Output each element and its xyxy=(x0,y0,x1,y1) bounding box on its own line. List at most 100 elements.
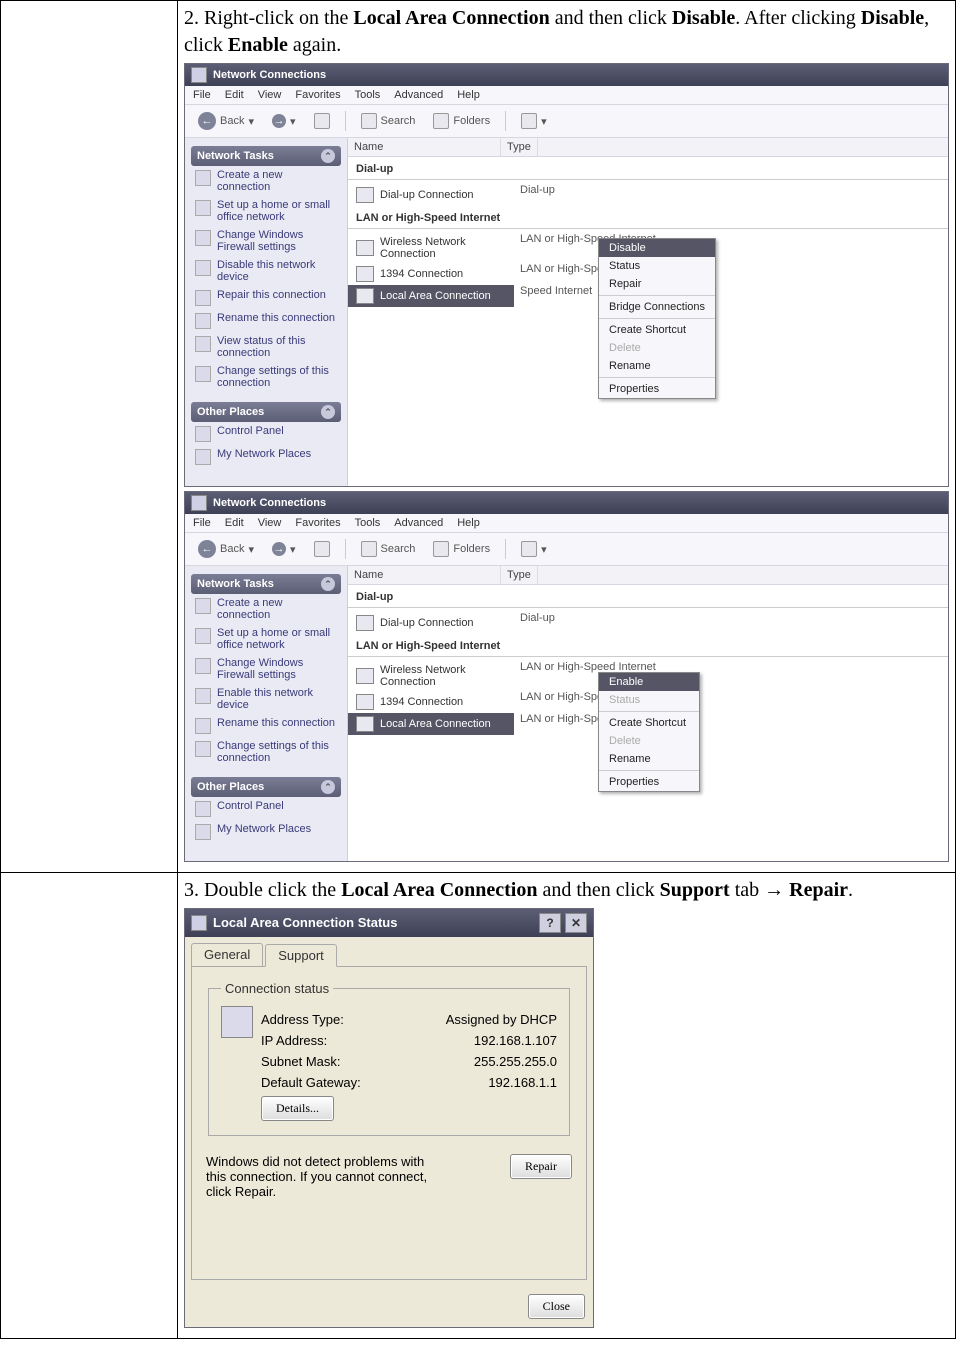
dialog-titlebar[interactable]: Local Area Connection Status ? ✕ xyxy=(185,909,593,937)
titlebar[interactable]: Network Connections xyxy=(185,492,948,514)
views-button[interactable]: ▾ xyxy=(514,110,554,132)
back-icon: ← xyxy=(198,540,216,558)
network-connections-window-disable: Network Connections File Edit View Favor… xyxy=(184,63,949,487)
folders-button[interactable]: Folders xyxy=(426,538,497,560)
task-create-connection[interactable]: Create a new connection xyxy=(191,166,341,196)
ctx-status[interactable]: Status xyxy=(599,257,715,275)
col-type[interactable]: Type xyxy=(501,566,538,584)
row-address-type: Address Type:Assigned by DHCP xyxy=(261,1012,557,1027)
task-icon xyxy=(195,658,211,674)
menu-file[interactable]: File xyxy=(193,89,211,101)
task-firewall[interactable]: Change Windows Firewall settings xyxy=(191,226,341,256)
folders-button[interactable]: Folders xyxy=(426,110,497,132)
col-name[interactable]: Name xyxy=(348,566,501,584)
step2-bold-disable: Disable xyxy=(672,7,735,29)
ctx-properties[interactable]: Properties xyxy=(599,380,715,398)
details-button[interactable]: Details... xyxy=(261,1096,334,1121)
task-view-status[interactable]: View status of this connection xyxy=(191,332,341,362)
col-type[interactable]: Type xyxy=(501,138,538,156)
menu-favorites[interactable]: Favorites xyxy=(295,517,340,529)
forward-button[interactable]: → ▾ xyxy=(265,539,303,559)
ctx-disable[interactable]: Disable xyxy=(599,239,715,257)
task-rename[interactable]: Rename this connection xyxy=(191,309,341,332)
task-rename[interactable]: Rename this connection xyxy=(191,714,341,737)
menu-help[interactable]: Help xyxy=(457,89,480,101)
task-repair[interactable]: Repair this connection xyxy=(191,286,341,309)
column-headers: NameType xyxy=(348,566,948,585)
menu-favorites[interactable]: Favorites xyxy=(295,89,340,101)
tab-general[interactable]: General xyxy=(191,943,263,966)
other-places-header[interactable]: Other Places⌃ xyxy=(191,777,341,797)
menu-edit[interactable]: Edit xyxy=(225,517,244,529)
menu-view[interactable]: View xyxy=(258,517,282,529)
task-change-settings[interactable]: Change settings of this connection xyxy=(191,737,341,767)
back-button[interactable]: ←Back ▾ xyxy=(191,537,261,561)
link-my-network-places[interactable]: My Network Places xyxy=(191,445,341,468)
step2-instruction: 2. Right-click on the Local Area Connect… xyxy=(184,5,949,59)
link-my-network-places[interactable]: My Network Places xyxy=(191,820,341,843)
ctx-shortcut[interactable]: Create Shortcut xyxy=(599,321,715,339)
menu-tools[interactable]: Tools xyxy=(355,517,381,529)
menu-file[interactable]: File xyxy=(193,517,211,529)
close-button[interactable]: ✕ xyxy=(565,913,587,933)
other-places-header[interactable]: Other Places⌃ xyxy=(191,402,341,422)
ctx-delete: Delete xyxy=(599,339,715,357)
col-name[interactable]: Name xyxy=(348,138,501,156)
menu-tools[interactable]: Tools xyxy=(355,89,381,101)
ctx-repair[interactable]: Repair xyxy=(599,275,715,293)
link-control-panel[interactable]: Control Panel xyxy=(191,797,341,820)
window-title: Network Connections xyxy=(213,497,326,509)
titlebar[interactable]: Network Connections xyxy=(185,64,948,86)
conn-dialup[interactable]: Dial-up Connection Dial-up xyxy=(348,612,948,634)
task-disable-device[interactable]: Disable this network device xyxy=(191,256,341,286)
network-tasks-block: Network Tasks⌃ Create a new connection S… xyxy=(191,574,341,767)
connection-icon xyxy=(356,187,374,203)
network-places-icon xyxy=(195,824,211,840)
row-ip-address: IP Address:192.168.1.107 xyxy=(261,1033,557,1048)
context-menu-enable: Enable Status Create Shortcut Delete Ren… xyxy=(598,672,700,792)
up-button[interactable] xyxy=(307,538,337,560)
connection-icon xyxy=(356,615,374,631)
ctx-rename[interactable]: Rename xyxy=(599,357,715,375)
repair-button[interactable]: Repair xyxy=(510,1154,572,1179)
menu-edit[interactable]: Edit xyxy=(225,89,244,101)
column-headers: NameType xyxy=(348,138,948,157)
folder-up-icon xyxy=(314,541,330,557)
close-button-bottom[interactable]: Close xyxy=(528,1294,585,1319)
forward-icon: → xyxy=(272,114,286,128)
menu-advanced[interactable]: Advanced xyxy=(394,517,443,529)
menu-help[interactable]: Help xyxy=(457,517,480,529)
menu-view[interactable]: View xyxy=(258,89,282,101)
sidebar: Network Tasks⌃ Create a new connection S… xyxy=(185,566,348,861)
task-setup-network[interactable]: Set up a home or small office network xyxy=(191,624,341,654)
chevron-down-icon: ▾ xyxy=(541,115,547,128)
network-tasks-header[interactable]: Network Tasks⌃ xyxy=(191,146,341,166)
ctx-shortcut[interactable]: Create Shortcut xyxy=(599,714,699,732)
back-button[interactable]: ←Back ▾ xyxy=(191,109,261,133)
task-enable-device[interactable]: Enable this network device xyxy=(191,684,341,714)
task-firewall[interactable]: Change Windows Firewall settings xyxy=(191,654,341,684)
conn-dialup[interactable]: Dial-up Connection Dial-up xyxy=(348,184,948,206)
search-button[interactable]: Search xyxy=(354,538,423,560)
network-icon xyxy=(191,495,207,511)
group-lan: LAN or High-Speed Internet xyxy=(348,206,948,226)
connection-status-group: Connection status Address Type:Assigned … xyxy=(208,981,570,1136)
task-create-connection[interactable]: Create a new connection xyxy=(191,594,341,624)
ctx-properties[interactable]: Properties xyxy=(599,773,699,791)
ctx-bridge[interactable]: Bridge Connections xyxy=(599,298,715,316)
menu-advanced[interactable]: Advanced xyxy=(394,89,443,101)
help-button[interactable]: ? xyxy=(539,913,561,933)
forward-button[interactable]: → ▾ xyxy=(265,111,303,131)
network-tasks-header[interactable]: Network Tasks⌃ xyxy=(191,574,341,594)
other-places-block: Other Places⌃ Control Panel My Network P… xyxy=(191,777,341,843)
search-button[interactable]: Search xyxy=(354,110,423,132)
ctx-rename[interactable]: Rename xyxy=(599,750,699,768)
task-setup-network[interactable]: Set up a home or small office network xyxy=(191,196,341,226)
tab-support[interactable]: Support xyxy=(265,944,337,967)
views-button[interactable]: ▾ xyxy=(514,538,554,560)
up-button[interactable] xyxy=(307,110,337,132)
task-change-settings[interactable]: Change settings of this connection xyxy=(191,362,341,392)
link-control-panel[interactable]: Control Panel xyxy=(191,422,341,445)
ctx-enable[interactable]: Enable xyxy=(599,673,699,691)
menubar: File Edit View Favorites Tools Advanced … xyxy=(185,514,948,533)
